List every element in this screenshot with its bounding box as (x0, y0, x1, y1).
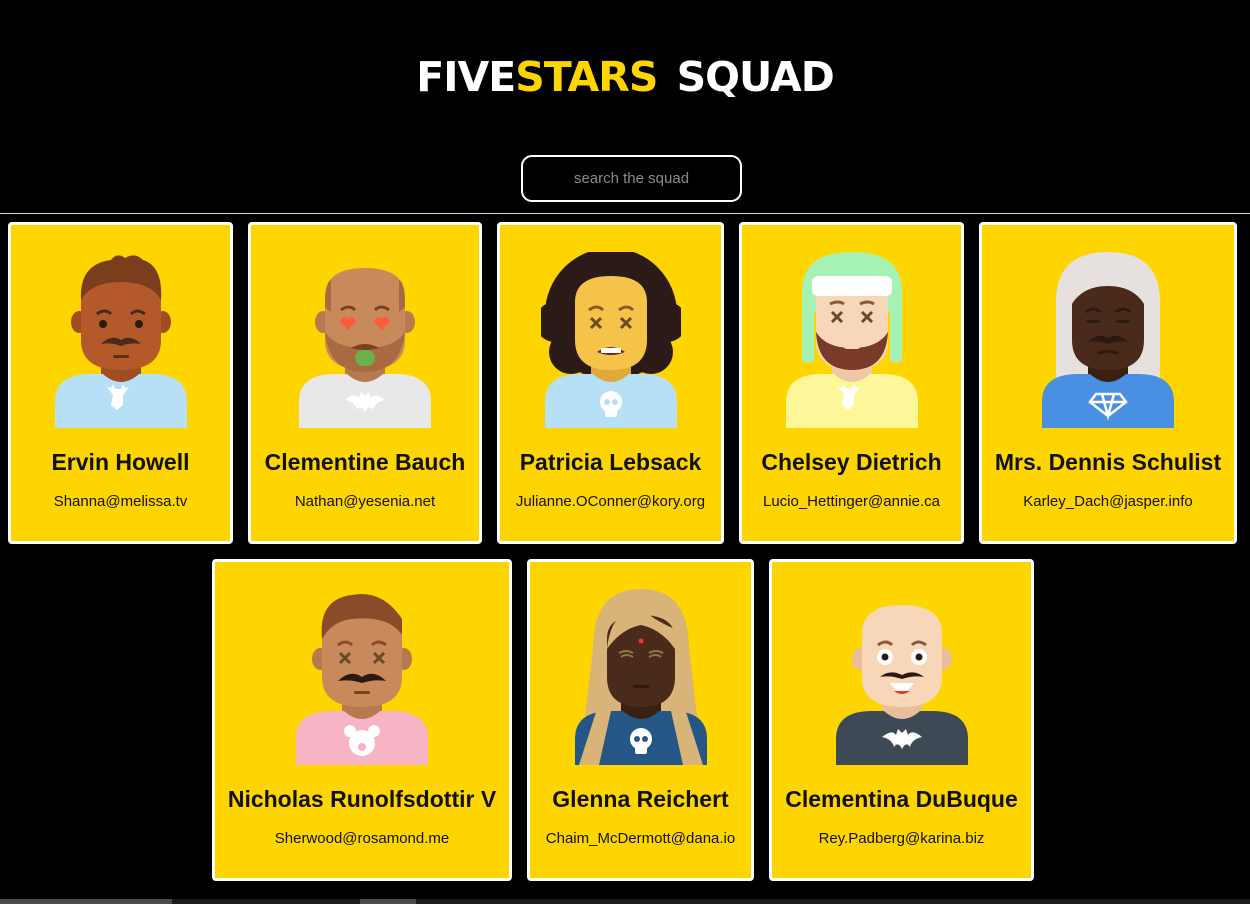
app-logo: FiveStars Squad (0, 38, 1250, 104)
avatar (1042, 252, 1174, 428)
card-name: Mrs. Dennis Schulist (994, 449, 1222, 475)
robot-card[interactable]: Clementine Bauch Nathan@yesenia.net (248, 222, 482, 544)
robot-card[interactable]: Ervin Howell Shanna@melissa.tv (8, 222, 233, 544)
logo-stars: Stars (515, 37, 658, 105)
card-email: Sherwood@rosamond.me (274, 830, 450, 847)
card-name: Patricia Lebsack (519, 449, 702, 475)
robot-card[interactable]: Patricia Lebsack Julianne.OConner@kory.o… (497, 222, 724, 544)
card-email: Shanna@melissa.tv (53, 493, 188, 510)
robot-card[interactable]: Clementina DuBuque Rey.Padberg@karina.bi… (769, 559, 1034, 881)
avatar (785, 252, 918, 428)
robot-card[interactable]: Mrs. Dennis Schulist Karley_Dach@jasper.… (979, 222, 1237, 544)
card-email: Karley_Dach@jasper.info (1023, 493, 1193, 510)
card-name: Clementina DuBuque (785, 786, 1018, 812)
logo-five: Five (416, 37, 516, 105)
card-name: Nicholas Runolfsdottir V (227, 786, 497, 812)
robot-card[interactable]: Nicholas Runolfsdottir V Sherwood@rosamo… (212, 559, 512, 881)
header: FiveStars Squad (0, 0, 1250, 214)
robot-card[interactable]: Chelsey Dietrich Lucio_Hettinger@annie.c… (739, 222, 964, 544)
avatar (540, 252, 681, 428)
card-name: Glenna Reichert (552, 786, 729, 812)
scrollbar-thumb[interactable] (360, 899, 416, 904)
avatar (299, 268, 431, 428)
card-name: Ervin Howell (51, 449, 190, 475)
scrollbar-thumb[interactable] (0, 899, 172, 904)
avatar (54, 255, 187, 428)
search-input[interactable] (521, 155, 742, 202)
avatar (296, 594, 428, 765)
card-email: Julianne.OConner@kory.org (515, 493, 706, 510)
card-name: Clementine Bauch (264, 449, 466, 475)
card-email: Chaim_McDermott@dana.io (545, 830, 736, 847)
logo-squad: Squad (676, 37, 835, 105)
card-email: Lucio_Hettinger@annie.ca (762, 493, 940, 510)
avatar (835, 605, 968, 765)
card-email: Rey.Padberg@karina.biz (818, 830, 985, 847)
horizontal-scrollbar[interactable] (0, 899, 1250, 904)
avatar (574, 589, 707, 765)
card-name: Chelsey Dietrich (761, 449, 942, 475)
robot-card[interactable]: Glenna Reichert Chaim_McDermott@dana.io (527, 559, 754, 881)
card-email: Nathan@yesenia.net (294, 493, 436, 510)
